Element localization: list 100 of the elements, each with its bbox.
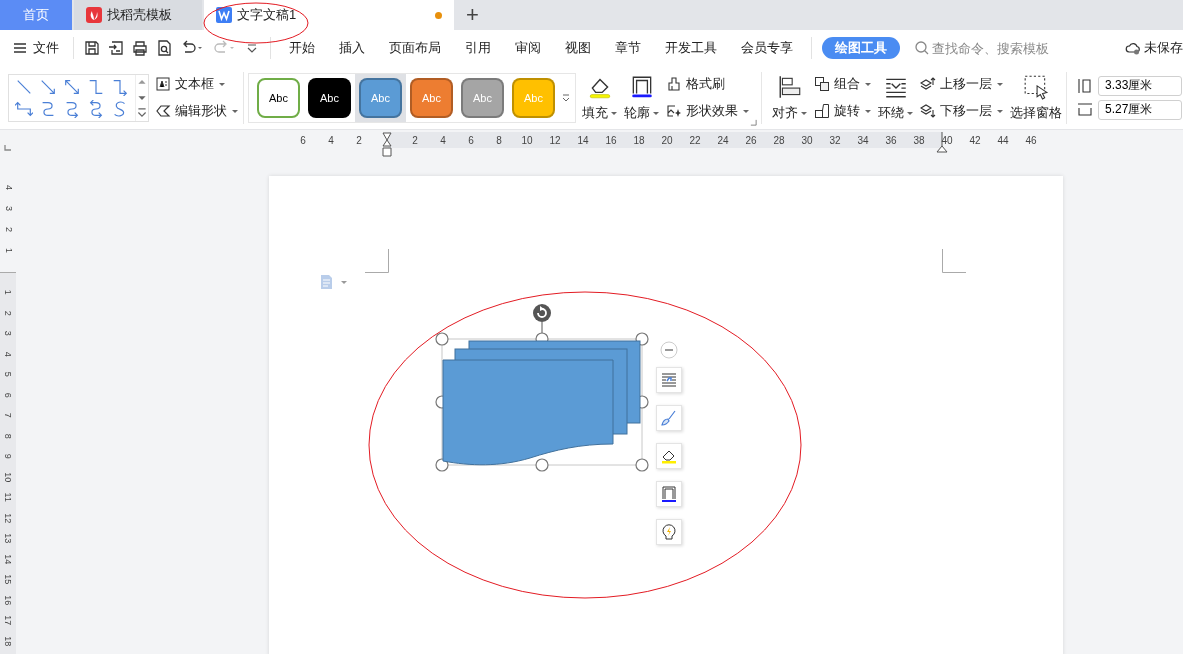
tab-stop-icon[interactable] <box>4 144 12 152</box>
unsaved-dot <box>435 11 442 19</box>
file-menu-button[interactable]: 文件 <box>12 39 67 57</box>
outline-button[interactable] <box>656 481 682 507</box>
ribbon-tab[interactable]: 页面布局 <box>377 37 453 59</box>
ruler-number: 11 <box>2 491 15 504</box>
ribbon-tab[interactable]: 章节 <box>603 37 653 59</box>
ruler-number: 6 <box>299 134 307 146</box>
ruler-number: 44 <box>996 134 1010 146</box>
ruler-number: 40 <box>940 134 954 146</box>
shape-effects-button[interactable]: 形状效果 <box>666 101 750 121</box>
ribbon-tab[interactable]: 审阅 <box>503 37 553 59</box>
line-shape-icon[interactable] <box>15 99 33 118</box>
ribbon-tab[interactable]: 引用 <box>453 37 503 59</box>
ruler-number: 24 <box>716 134 730 146</box>
ruler-number: 15 <box>2 573 15 587</box>
ruler-number: 34 <box>856 134 870 146</box>
paintbrush-icon <box>666 76 682 92</box>
send-backward-button[interactable]: 下移一层 <box>920 101 1004 121</box>
ruler-number: 4 <box>327 134 335 146</box>
fill-button[interactable] <box>656 443 682 469</box>
width-field[interactable]: 5.27厘米 <box>1098 99 1182 120</box>
selection-frame[interactable] <box>435 321 649 472</box>
ruler-number: 1 <box>2 247 15 255</box>
menu-icon <box>12 40 28 56</box>
multi-document-shape[interactable] <box>442 340 641 466</box>
export-icon[interactable] <box>107 39 125 57</box>
ruler-number: 13 <box>2 532 15 546</box>
edit-shape-icon <box>155 103 171 119</box>
caret-icon <box>231 107 239 115</box>
width-icon <box>1077 101 1093 118</box>
caret-icon <box>996 80 1004 88</box>
ribbon-tab[interactable]: 视图 <box>553 37 603 59</box>
caret-icon <box>742 107 750 115</box>
line-shape-icon[interactable] <box>63 77 81 96</box>
rotate-button[interactable]: 旋转 <box>814 101 872 121</box>
ruler-number: 7 <box>2 411 15 420</box>
edit-shape-button[interactable]: 编辑形状 <box>155 101 239 121</box>
wrap-text-icon <box>660 371 678 389</box>
print-icon[interactable] <box>131 39 149 57</box>
rotate-handle-icon[interactable] <box>533 304 551 322</box>
selection-pane-button[interactable]: 选择窗格 <box>1010 73 1062 122</box>
indent-marker-icon[interactable] <box>381 132 393 158</box>
layout-options-button[interactable] <box>656 367 682 393</box>
ruler-number: 10 <box>2 470 15 484</box>
align-left-icon <box>777 73 803 100</box>
fill-button[interactable]: 填充 <box>582 73 618 122</box>
writer-logo-icon <box>216 7 232 23</box>
style-button[interactable] <box>656 405 682 431</box>
save-status-button[interactable]: 未保存 <box>1125 39 1183 57</box>
save-icon[interactable] <box>83 39 101 57</box>
dialog-launcher-icon[interactable] <box>750 119 757 126</box>
ruler-number: 3 <box>2 205 15 213</box>
ruler-number: 2 <box>411 134 419 146</box>
document-tab[interactable]: 找稻壳模板 <box>74 0 202 30</box>
ruler-number: 2 <box>2 309 15 318</box>
shape-effects-button[interactable] <box>656 519 682 545</box>
ruler-number: 18 <box>2 634 15 648</box>
group-button[interactable]: 组合 <box>814 74 872 94</box>
align-button[interactable]: 对齐 <box>772 73 808 122</box>
document-tab[interactable]: 文字文稿1 <box>204 0 454 30</box>
text-box-icon <box>155 76 171 92</box>
bring-forward-button[interactable]: 上移一层 <box>920 74 1004 94</box>
lightbulb-icon <box>660 523 678 541</box>
rotate-icon <box>814 103 830 119</box>
new-tab-button[interactable]: + <box>456 0 489 30</box>
height-field[interactable]: 3.33厘米 <box>1098 75 1182 96</box>
shape-style-preset[interactable]: Abc <box>257 77 300 118</box>
format-painter-button[interactable]: 格式刷 <box>666 74 750 94</box>
ruler-number: 2 <box>355 134 363 146</box>
ruler-number: 14 <box>576 134 590 146</box>
text-box-button[interactable]: 文本框 <box>155 74 239 94</box>
ruler-number: 10 <box>520 134 534 146</box>
ruler-number: 3 <box>2 329 15 338</box>
collapse-icon[interactable] <box>660 341 678 359</box>
print-preview-icon[interactable] <box>155 39 173 57</box>
ribbon-tab[interactable]: 会员专享 <box>729 37 805 59</box>
line-shape-icon[interactable] <box>87 77 105 96</box>
caret-icon <box>864 107 872 115</box>
ruler-number: 17 <box>2 614 15 628</box>
line-shape-icon[interactable] <box>87 99 105 118</box>
ruler-number: 9 <box>2 452 15 461</box>
paintbrush-icon <box>660 409 678 427</box>
ribbon-tab[interactable]: 插入 <box>327 37 377 59</box>
outline-button[interactable]: 轮廓 <box>624 73 660 122</box>
margin-corner-mark <box>942 249 966 273</box>
wrap-text-button[interactable]: 环绕 <box>878 73 914 122</box>
caret-icon <box>218 80 226 88</box>
ruler-number: 22 <box>688 134 702 146</box>
ribbon-tab[interactable]: 开发工具 <box>653 37 729 59</box>
ruler-number: 16 <box>2 593 15 607</box>
ruler-number: 18 <box>632 134 646 146</box>
ribbon-tab[interactable]: 开始 <box>277 37 327 59</box>
ruler-number: 4 <box>439 134 447 146</box>
ruler-number: 8 <box>2 432 15 441</box>
line-shape-icon[interactable] <box>111 77 129 96</box>
flame-logo-icon <box>86 7 102 23</box>
search-field[interactable]: 查找命令、搜索模板 <box>914 40 1084 56</box>
ruler-number: 32 <box>828 134 842 146</box>
shape-style-preset[interactable]: Abc <box>308 77 351 118</box>
